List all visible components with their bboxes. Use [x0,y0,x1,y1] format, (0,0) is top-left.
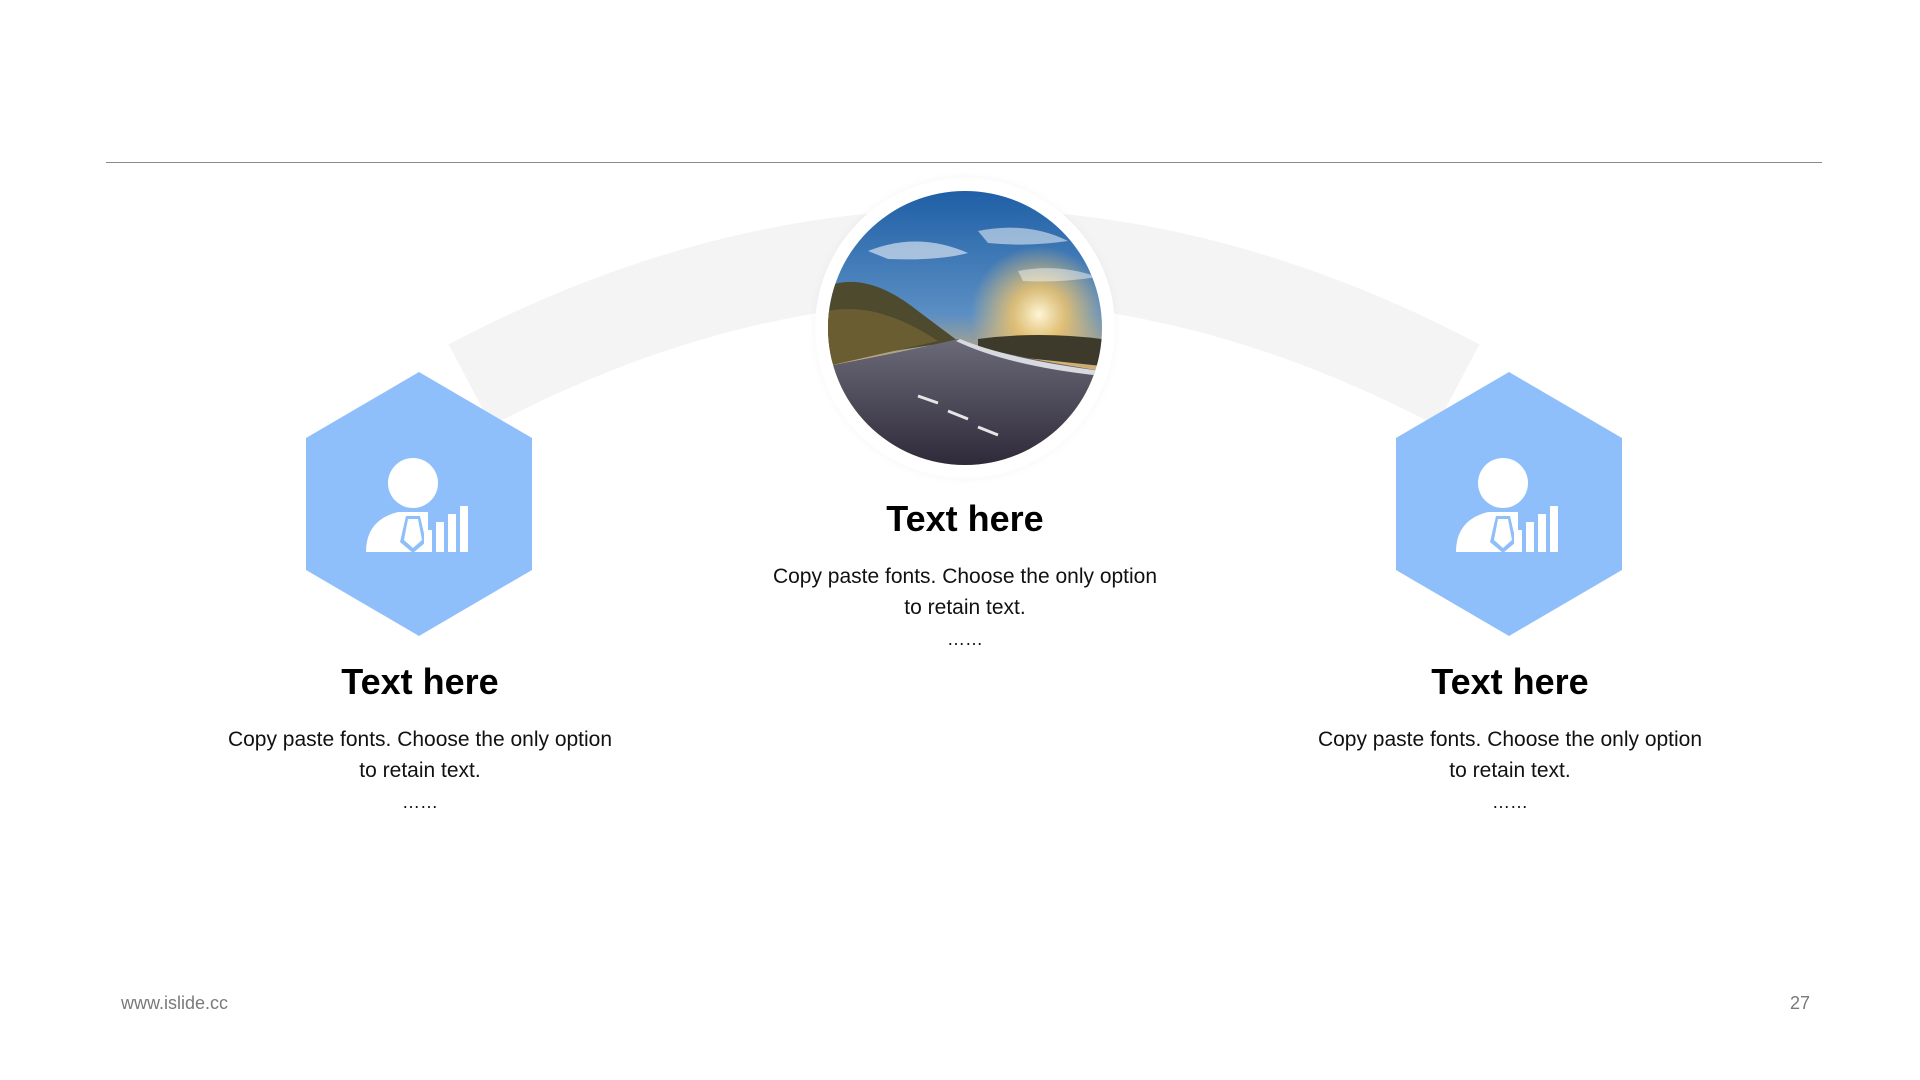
footer-url: www.islide.cc [121,993,229,1013]
feature-heading: Text here [341,661,499,702]
feature-heading: Text here [1431,661,1589,702]
photo-frame [815,178,1115,478]
description-line-1: Copy paste fonts. Choose the only option [772,565,1158,588]
feature-block-right: Text here Copy paste fonts. Choose the o… [1290,660,1730,814]
description-line-2: to retain text. [904,596,1026,619]
feature-description: Copy paste fonts. Choose the only option… [200,724,640,786]
description-line-2: to retain text. [1449,759,1571,782]
ellipsis: …… [402,792,438,812]
feature-heading: Text here [886,498,1044,539]
ellipsis: …… [947,629,983,649]
description-line-2: to retain text. [359,759,481,782]
hexagon-badge-left [306,372,532,636]
ellipsis: …… [1492,792,1528,812]
hexagon-badge-right [1396,372,1622,636]
feature-description: Copy paste fonts. Choose the only option… [745,561,1185,623]
feature-description: Copy paste fonts. Choose the only option… [1290,724,1730,786]
description-line-1: Copy paste fonts. Choose the only option [227,728,613,751]
feature-block-left: Text here Copy paste fonts. Choose the o… [200,660,640,814]
feature-block-center: Text here Copy paste fonts. Choose the o… [745,497,1185,651]
slide: Text here Copy paste fonts. Choose the o… [0,0,1920,1080]
page-number: 27 [1789,993,1810,1013]
road-sunset-photo [828,191,1102,465]
description-line-1: Copy paste fonts. Choose the only option [1317,728,1703,751]
